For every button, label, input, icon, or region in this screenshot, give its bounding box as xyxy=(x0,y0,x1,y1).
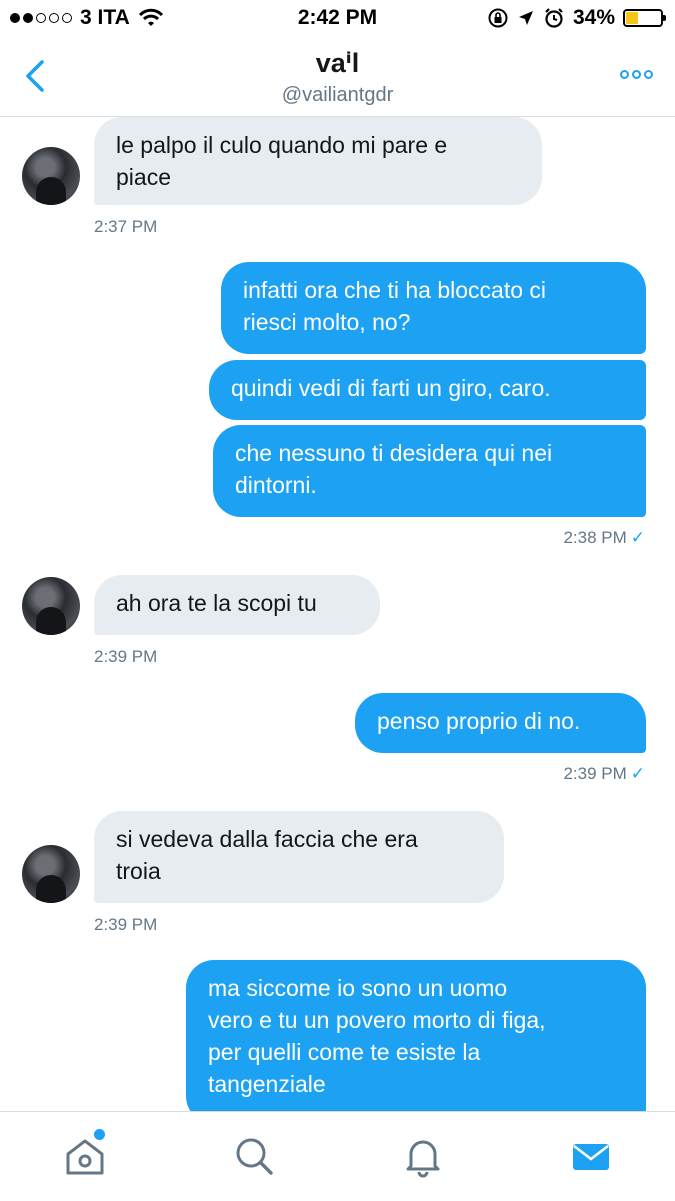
message-line: infatti ora che ti ha bloccato ci xyxy=(243,277,546,303)
home-notification-dot xyxy=(94,1129,105,1140)
message-bubble-outgoing[interactable]: ma siccome io sono un uomo vero e tu un … xyxy=(186,960,646,1111)
message-line: si vedeva dalla faccia che era xyxy=(116,826,418,852)
avatar[interactable] xyxy=(22,577,80,635)
conversation-handle[interactable]: @vailiantgdr xyxy=(0,84,675,107)
more-options-icon[interactable] xyxy=(620,70,653,79)
message-line: riesci molto, no? xyxy=(243,309,411,335)
conversation-header: vaⁱl @vailiantgdr xyxy=(0,38,675,117)
message-line: le palpo il culo quando mi pare e xyxy=(116,132,448,158)
location-icon xyxy=(518,11,533,25)
message-line: piace xyxy=(116,164,171,190)
timestamp: 2:38 PM ✓ xyxy=(563,528,645,548)
conversation-title[interactable]: vaⁱl xyxy=(0,48,675,79)
tab-bar xyxy=(0,1111,675,1201)
message-bubble-incoming[interactable]: si vedeva dalla faccia che era troia xyxy=(94,811,504,903)
alarm-icon xyxy=(545,8,563,28)
message-bubble-outgoing[interactable]: infatti ora che ti ha bloccato ci riesci… xyxy=(221,262,646,354)
battery-percent: 34% xyxy=(572,6,615,29)
message-line: ah ora te la scopi tu xyxy=(116,590,317,616)
message-line: penso proprio di no. xyxy=(377,708,581,734)
read-check-icon: ✓ xyxy=(630,528,645,547)
avatar[interactable] xyxy=(22,147,80,205)
timestamp: 2:39 PM xyxy=(94,647,158,666)
message-line: troia xyxy=(116,858,161,884)
message-line: per quelli come te esiste la xyxy=(208,1039,481,1065)
status-right: 34% xyxy=(487,6,666,30)
message-list[interactable]: le palpo il culo quando mi pare e piace … xyxy=(0,117,675,1111)
rotation-lock-icon xyxy=(488,8,508,28)
message-line: vero e tu un povero morto di figa, xyxy=(208,1007,546,1033)
home-icon[interactable] xyxy=(63,1134,107,1178)
timestamp-time: 2:38 PM xyxy=(563,528,627,547)
message-bubble-incoming[interactable]: le palpo il culo quando mi pare e piace xyxy=(94,117,542,205)
message-line: ma siccome io sono un uomo xyxy=(208,975,508,1001)
battery-level xyxy=(626,12,638,24)
messages-icon[interactable] xyxy=(569,1134,613,1178)
notifications-icon[interactable] xyxy=(401,1134,445,1178)
avatar[interactable] xyxy=(22,845,80,903)
message-bubble-outgoing[interactable]: che nessuno ti desidera qui nei dintorni… xyxy=(213,425,646,517)
message-line: dintorni. xyxy=(235,472,317,498)
status-bar: 3 ITA 2:42 PM 34% xyxy=(0,0,675,38)
battery-icon xyxy=(623,9,666,27)
read-check-icon: ✓ xyxy=(630,764,645,783)
message-line: che nessuno ti desidera qui nei xyxy=(235,440,553,466)
message-bubble-incoming[interactable]: ah ora te la scopi tu xyxy=(94,575,380,635)
timestamp: 2:37 PM xyxy=(94,217,158,236)
message-bubble-outgoing[interactable]: penso proprio di no. xyxy=(355,693,646,753)
message-line: quindi vedi di farti un giro, caro. xyxy=(231,375,551,401)
message-line: tangenziale xyxy=(208,1071,326,1097)
timestamp: 2:39 PM ✓ xyxy=(563,764,645,784)
timestamp: 2:39 PM xyxy=(94,915,158,934)
message-bubble-outgoing[interactable]: quindi vedi di farti un giro, caro. xyxy=(209,360,646,420)
search-icon[interactable] xyxy=(232,1134,276,1178)
timestamp-time: 2:39 PM xyxy=(563,764,627,783)
